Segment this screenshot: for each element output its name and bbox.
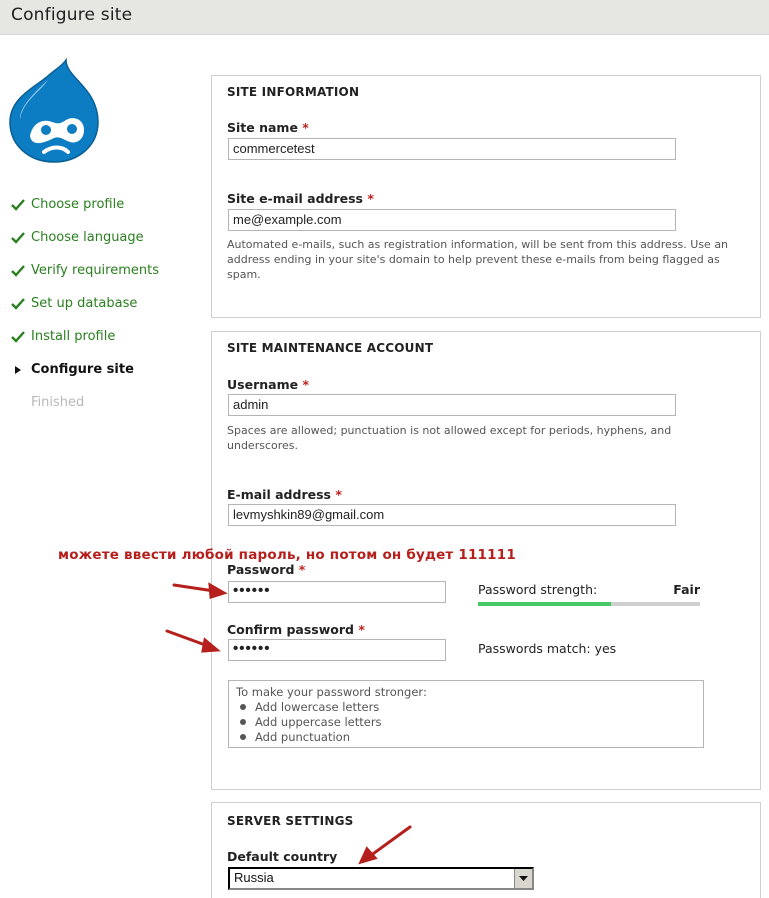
site-name-label: Site name * bbox=[227, 120, 309, 135]
step-choose-profile: Choose profile bbox=[0, 195, 200, 217]
password-strength-value: Fair bbox=[673, 582, 700, 597]
step-choose-language: Choose language bbox=[0, 228, 200, 250]
site-email-input[interactable]: me@example.com bbox=[228, 209, 676, 231]
password-strength-label: Password strength: bbox=[478, 582, 598, 597]
site-information-fieldset: SITE INFORMATION Site name * commercetes… bbox=[211, 75, 761, 318]
default-country-label: Default country bbox=[227, 849, 338, 864]
step-label: Install profile bbox=[31, 329, 116, 344]
bullet-icon bbox=[240, 719, 246, 725]
required-marker: * bbox=[335, 487, 342, 502]
confirm-password-label: Confirm password * bbox=[227, 622, 365, 637]
password-strength-bar bbox=[478, 602, 700, 606]
drupal-logo bbox=[8, 57, 104, 166]
step-finished: Finished bbox=[0, 393, 200, 415]
confirm-password-input[interactable]: •••••• bbox=[228, 639, 446, 661]
chevron-down-icon bbox=[519, 876, 528, 881]
annotation-text: можете ввести любой пароль, но потом он … bbox=[58, 547, 516, 563]
site-email-label: Site e-mail address * bbox=[227, 191, 374, 206]
suggestion-item: Add lowercase letters bbox=[240, 700, 696, 715]
server-settings-fieldset: SERVER SETTINGS Default country Russia bbox=[211, 802, 761, 898]
password-strength-fill bbox=[478, 602, 612, 606]
check-icon bbox=[11, 331, 25, 343]
default-country-select[interactable]: Russia bbox=[228, 867, 534, 890]
required-marker: * bbox=[358, 622, 365, 637]
check-icon bbox=[11, 199, 25, 211]
suggestions-title: To make your password stronger: bbox=[236, 685, 427, 699]
username-description: Spaces are allowed; punctuation is not a… bbox=[227, 424, 672, 452]
required-marker: * bbox=[298, 562, 306, 577]
step-verify-requirements: Verify requirements bbox=[0, 261, 200, 283]
required-marker: * bbox=[367, 191, 374, 206]
check-icon bbox=[11, 298, 25, 310]
required-marker: * bbox=[302, 377, 309, 392]
step-set-up-database: Set up database bbox=[0, 294, 200, 316]
step-label: Choose profile bbox=[31, 197, 125, 212]
password-input[interactable]: •••••• bbox=[228, 581, 446, 603]
username-input[interactable]: admin bbox=[228, 394, 676, 416]
email-label: E-mail address * bbox=[227, 487, 342, 502]
check-icon bbox=[11, 232, 25, 244]
page-title: Configure site bbox=[11, 5, 133, 25]
step-install-profile: Install profile bbox=[0, 327, 200, 349]
password-label: Password * bbox=[227, 562, 306, 577]
site-name-input[interactable]: commercetest bbox=[228, 138, 676, 160]
suggestion-item: Add uppercase letters bbox=[240, 715, 696, 730]
email-input[interactable]: levmyshkin89@gmail.com bbox=[228, 504, 676, 526]
page-header: Configure site bbox=[0, 0, 769, 35]
arrow-confirm-line bbox=[165, 629, 210, 648]
selected-country: Russia bbox=[234, 870, 274, 885]
step-label: Configure site bbox=[31, 362, 134, 377]
bullet-icon bbox=[240, 734, 246, 740]
check-icon bbox=[11, 265, 25, 277]
password-suggestions: To make your password stronger: Add lowe… bbox=[228, 680, 704, 748]
bullet-icon bbox=[240, 704, 246, 710]
step-configure-site: Configure site bbox=[0, 360, 200, 382]
site-email-description: Automated e-mails, such as registration … bbox=[227, 238, 729, 281]
triangle-right-icon bbox=[15, 366, 21, 374]
fieldset-legend: SITE MAINTENANCE ACCOUNT bbox=[227, 341, 434, 355]
dropdown-button[interactable] bbox=[514, 869, 532, 888]
fieldset-legend: SITE INFORMATION bbox=[227, 85, 360, 99]
required-marker: * bbox=[302, 120, 309, 135]
step-label: Choose language bbox=[31, 230, 144, 245]
fieldset-legend: SERVER SETTINGS bbox=[227, 814, 354, 828]
step-label: Verify requirements bbox=[31, 263, 160, 278]
step-label: Set up database bbox=[31, 296, 138, 311]
password-match-status: Passwords match: yes bbox=[478, 641, 617, 656]
arrow-password-line bbox=[172, 583, 216, 593]
suggestion-item: Add punctuation bbox=[240, 730, 696, 745]
step-label: Finished bbox=[31, 395, 85, 410]
username-label: Username * bbox=[227, 377, 309, 392]
